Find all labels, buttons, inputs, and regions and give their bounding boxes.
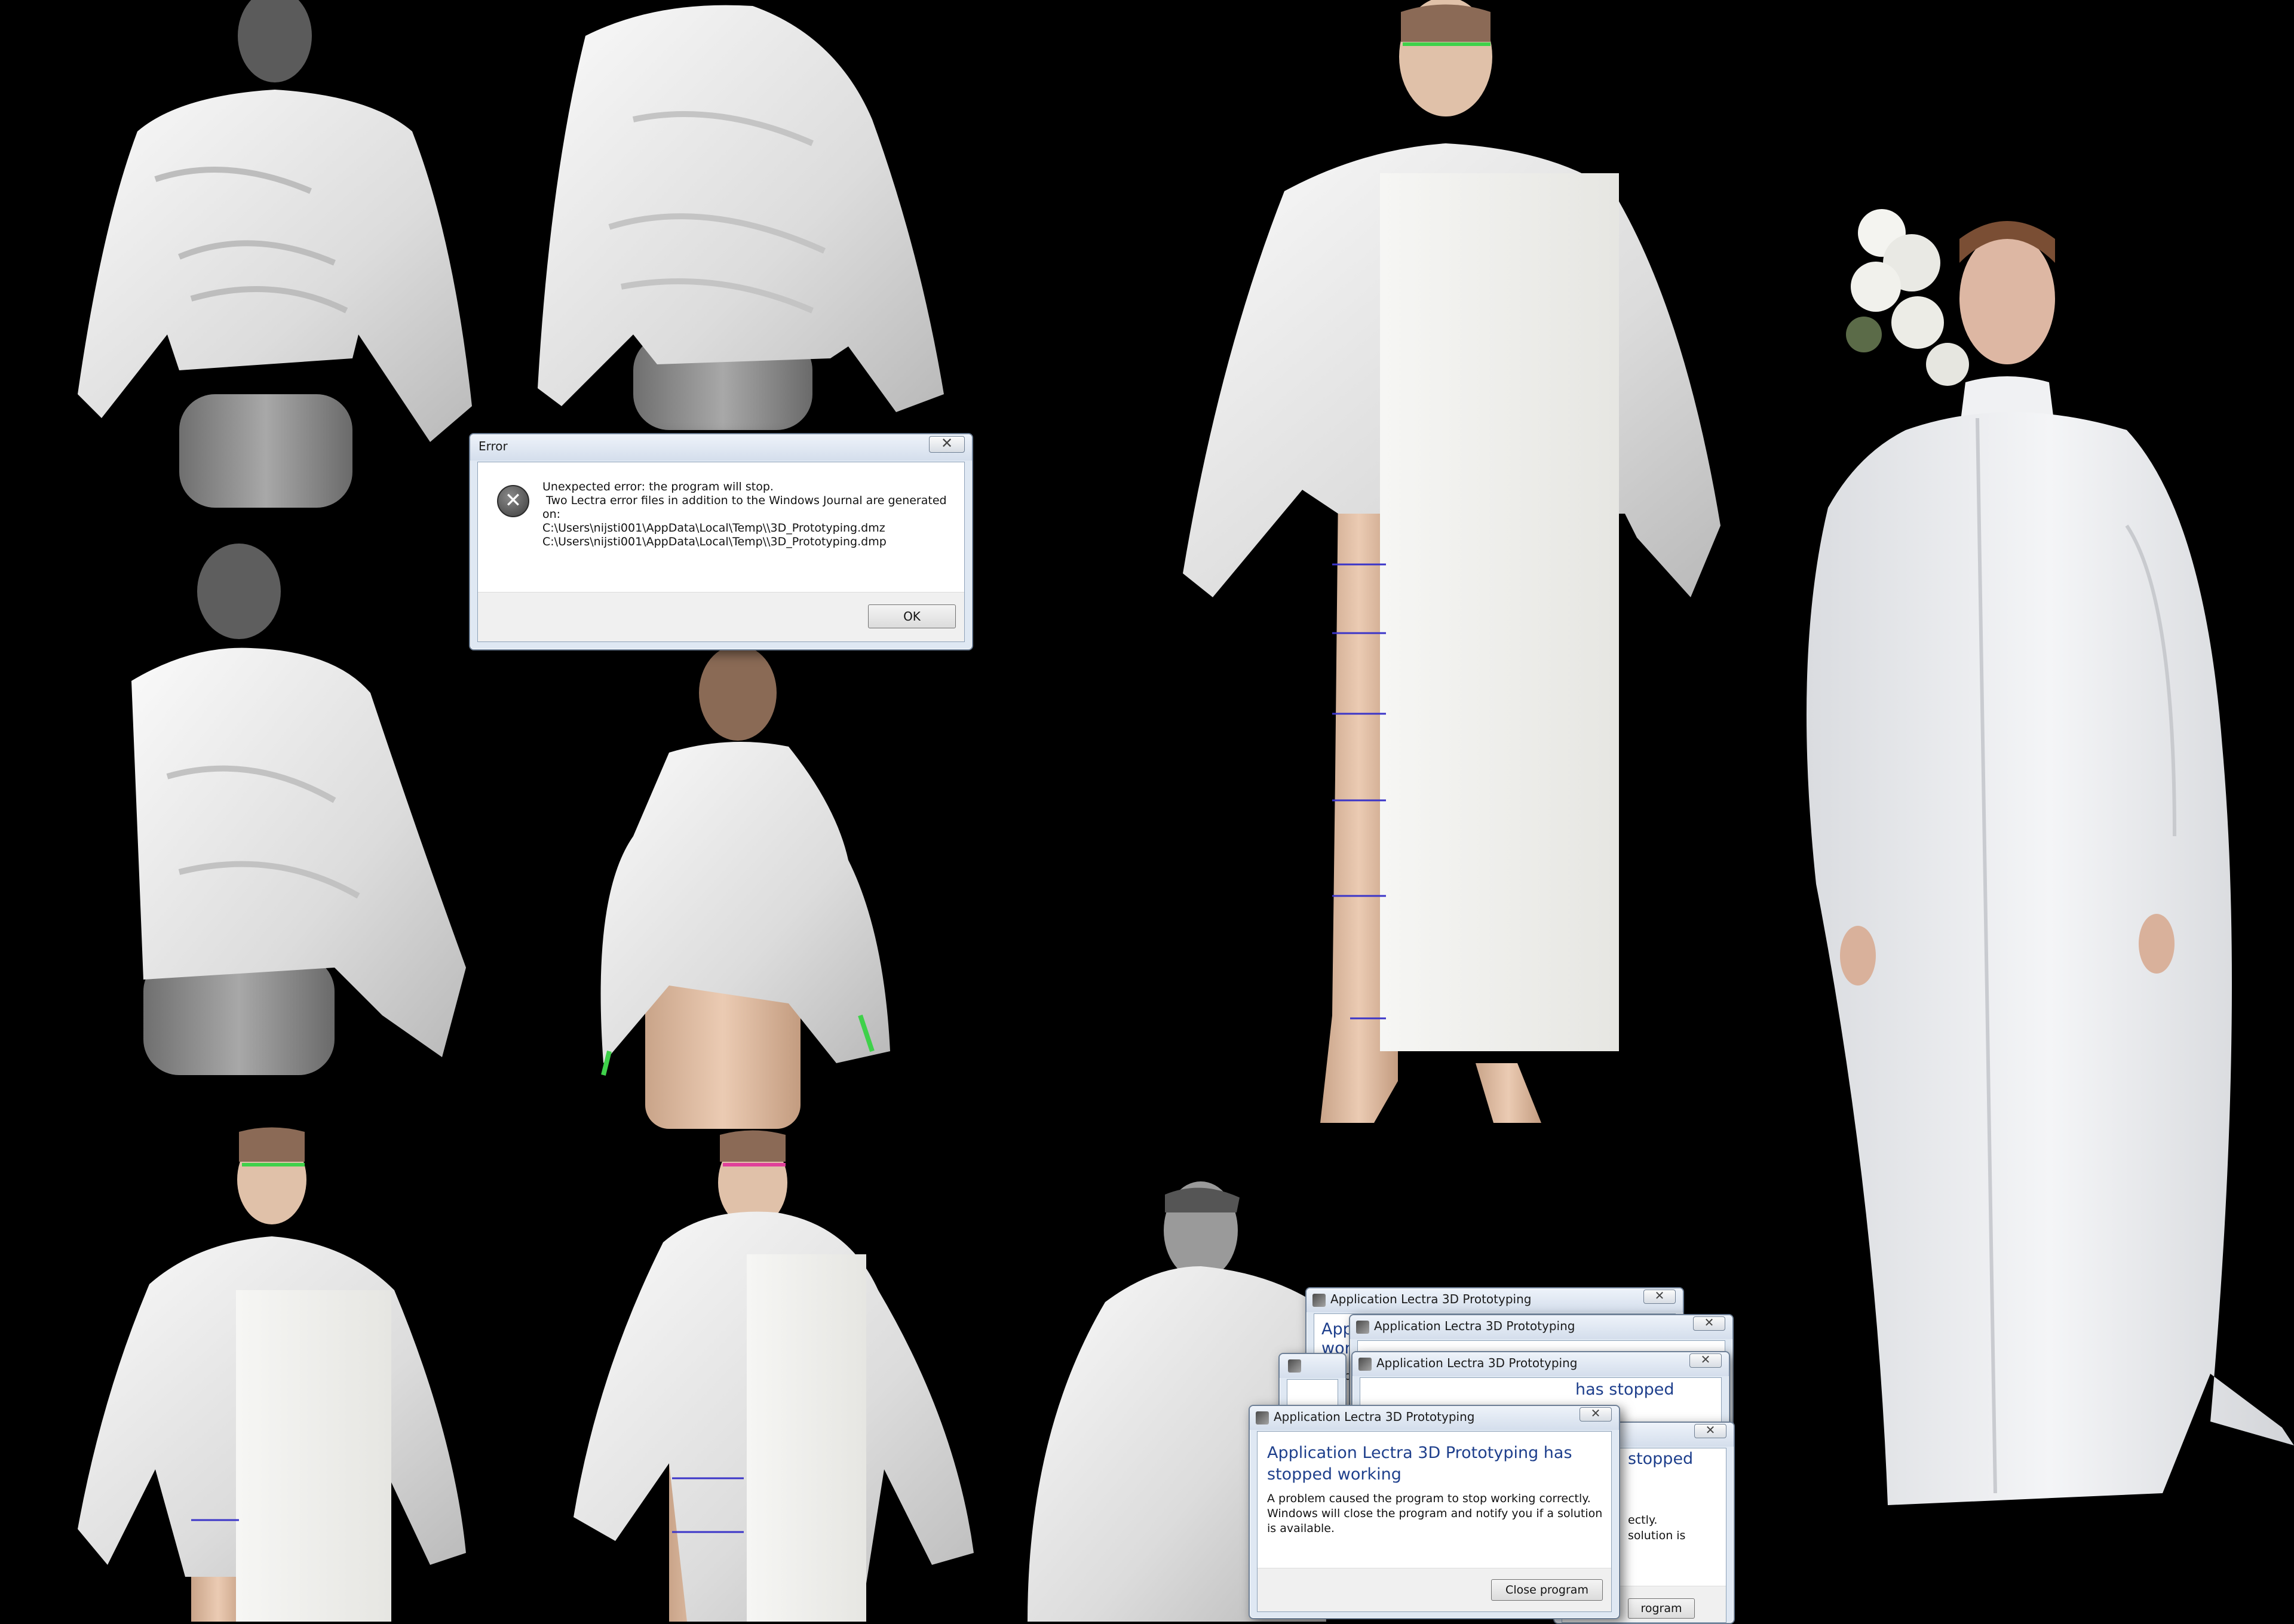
error-path-dmz: C:\Users\nijsti001\AppData\Local\Temp\\3… — [542, 521, 885, 535]
crash-fragment-app: App — [1321, 1320, 1353, 1339]
avatar-head — [238, 0, 312, 82]
crash-dialog-back-1-titlebar[interactable]: Application Lectra 3D Prototyping ✕ — [1307, 1288, 1683, 1312]
close-program-button-partial[interactable]: rogram — [1628, 1598, 1695, 1619]
simulation-collage — [78, 0, 2294, 1622]
lectra-app-icon — [1312, 1294, 1326, 1307]
crash-dialog-heading: Application Lectra 3D Prototyping has st… — [1267, 1444, 1572, 1484]
error-x-icon: ✕ — [497, 485, 529, 517]
close-icon: ✕ — [1700, 1352, 1711, 1367]
jacket-back — [78, 90, 472, 442]
error-dialog-title: Error — [479, 439, 508, 453]
crash-dialog-back-1-title: Application Lectra 3D Prototyping — [1330, 1292, 1532, 1306]
close-icon: ✕ — [1654, 1288, 1665, 1303]
crash-fragment-solution-is: solution is — [1628, 1529, 1686, 1542]
lectra-app-icon — [1358, 1358, 1372, 1371]
flat-panel-large — [1380, 173, 1619, 1051]
crash-dialog-back-4-titlebar[interactable]: Application Lectra 3D Prototyping ✕ — [1353, 1352, 1729, 1376]
crash-dialog-front-body: Application Lectra 3D Prototyping has st… — [1257, 1431, 1612, 1612]
flat-panel — [236, 1290, 391, 1622]
render-back-view-3 — [131, 544, 466, 1075]
close-program-button[interactable]: Close program — [1491, 1579, 1603, 1601]
error-line-2: Two Lectra error files in addition to th… — [546, 494, 947, 507]
lectra-app-icon — [1288, 1359, 1301, 1373]
error-path-dmp: C:\Users\nijsti001\AppData\Local\Temp\\3… — [542, 535, 887, 548]
crash-dialog-back-2-close-button[interactable]: ✕ — [1693, 1315, 1725, 1331]
error-dialog-titlebar[interactable]: Error ✕ — [470, 434, 972, 461]
error-dialog-body: ✕ Unexpected error: the program will sto… — [477, 462, 965, 642]
error-message: Unexpected error: the program will stop.… — [542, 480, 947, 549]
error-line-3: on: — [542, 508, 561, 521]
error-dialog-footer: OK — [478, 592, 964, 641]
crash-dialog-back-2-title: Application Lectra 3D Prototyping — [1374, 1319, 1575, 1333]
crash-dialog-front-titlebar[interactable]: Application Lectra 3D Prototyping ✕ — [1250, 1406, 1619, 1430]
crash-dialog-back-5-close-button[interactable]: ✕ — [1694, 1423, 1726, 1438]
crash-fragment-has-stopped: has stopped — [1575, 1380, 1675, 1399]
crash-dialog-message: A problem caused the program to stop wor… — [1267, 1492, 1603, 1535]
ok-button[interactable]: OK — [868, 604, 956, 628]
crash-dialog-front-close-button[interactable]: ✕ — [1580, 1406, 1612, 1422]
error-line-1: Unexpected error: the program will stop. — [542, 480, 774, 493]
crash-dialog-back-3-titlebar[interactable] — [1280, 1354, 1345, 1378]
crash-dialog-back-4-close-button[interactable]: ✕ — [1689, 1352, 1722, 1368]
render-front-view-1 — [78, 1127, 466, 1622]
crash-dialog-back-2-titlebar[interactable]: Application Lectra 3D Prototyping ✕ — [1350, 1315, 1732, 1339]
close-icon: ✕ — [940, 435, 953, 452]
render-back-view-2 — [538, 5, 944, 430]
render-front-view-2 — [574, 1130, 974, 1622]
error-dialog-close-button[interactable]: ✕ — [929, 435, 965, 453]
crash-dialog-back-4-title: Application Lectra 3D Prototyping — [1376, 1356, 1578, 1370]
lectra-app-icon — [1256, 1411, 1269, 1425]
runway-photo — [1807, 209, 2294, 1505]
render-side-view — [600, 645, 890, 1129]
lectra-app-icon — [1356, 1321, 1369, 1334]
render-front-view-large — [1183, 0, 1720, 1123]
crash-fragment-ectly: ectly. — [1628, 1514, 1658, 1527]
close-icon: ✕ — [1704, 1315, 1715, 1330]
crash-fragment-stopped: stopped — [1628, 1450, 1694, 1468]
close-icon: ✕ — [1590, 1406, 1601, 1420]
close-icon: ✕ — [1705, 1423, 1716, 1437]
crash-dialog-front-footer: Close program — [1258, 1568, 1611, 1611]
render-back-view-1 — [78, 0, 472, 508]
error-dialog: Error ✕ ✕ Unexpected error: the program … — [469, 433, 973, 650]
crash-dialog-front-title: Application Lectra 3D Prototyping — [1274, 1410, 1475, 1424]
crash-dialog-back-1-close-button[interactable]: ✕ — [1643, 1288, 1676, 1304]
avatar-hips — [179, 394, 352, 508]
crash-dialog-front: Application Lectra 3D Prototyping ✕ Appl… — [1249, 1405, 1620, 1619]
